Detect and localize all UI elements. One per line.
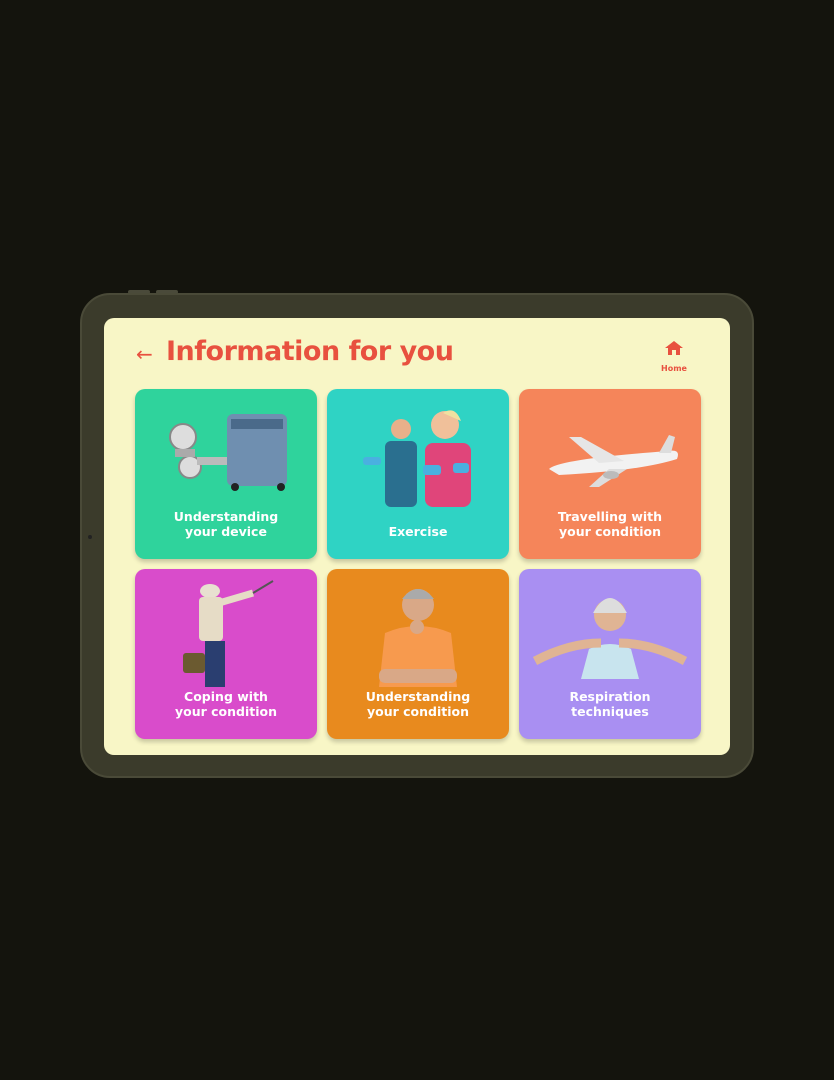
card-label: Coping with your condition — [174, 689, 278, 719]
card-exercise[interactable]: Exercise — [327, 389, 509, 559]
home-icon — [665, 341, 683, 355]
fishing-man-image — [183, 580, 274, 687]
card-coping[interactable]: Coping with your condition — [135, 569, 317, 739]
card-label: Understanding your condition — [365, 689, 471, 719]
card-travelling[interactable]: Travelling with your condition — [519, 389, 701, 559]
oxygen-device-image — [169, 414, 287, 491]
home-label: Home — [661, 364, 687, 373]
thinking-man-image — [379, 589, 457, 687]
exercise-image — [363, 410, 471, 507]
camera — [88, 535, 92, 539]
airplane-image — [549, 435, 678, 487]
back-arrow-icon[interactable]: ← — [136, 342, 158, 366]
breathing-woman-image — [532, 598, 688, 679]
card-understanding-device[interactable]: Understanding your device — [135, 389, 317, 559]
card-understanding-condition[interactable]: Understanding your condition — [327, 569, 509, 739]
page-title: Information for you — [166, 336, 454, 367]
card-label: Exercise — [388, 524, 448, 539]
card-label: Respiration techniques — [569, 689, 651, 719]
card-label: Understanding your device — [173, 509, 279, 539]
card-label: Travelling with your condition — [557, 509, 663, 539]
card-respiration[interactable]: Respiration techniques — [519, 569, 701, 739]
home-button[interactable]: Home — [656, 340, 692, 375]
